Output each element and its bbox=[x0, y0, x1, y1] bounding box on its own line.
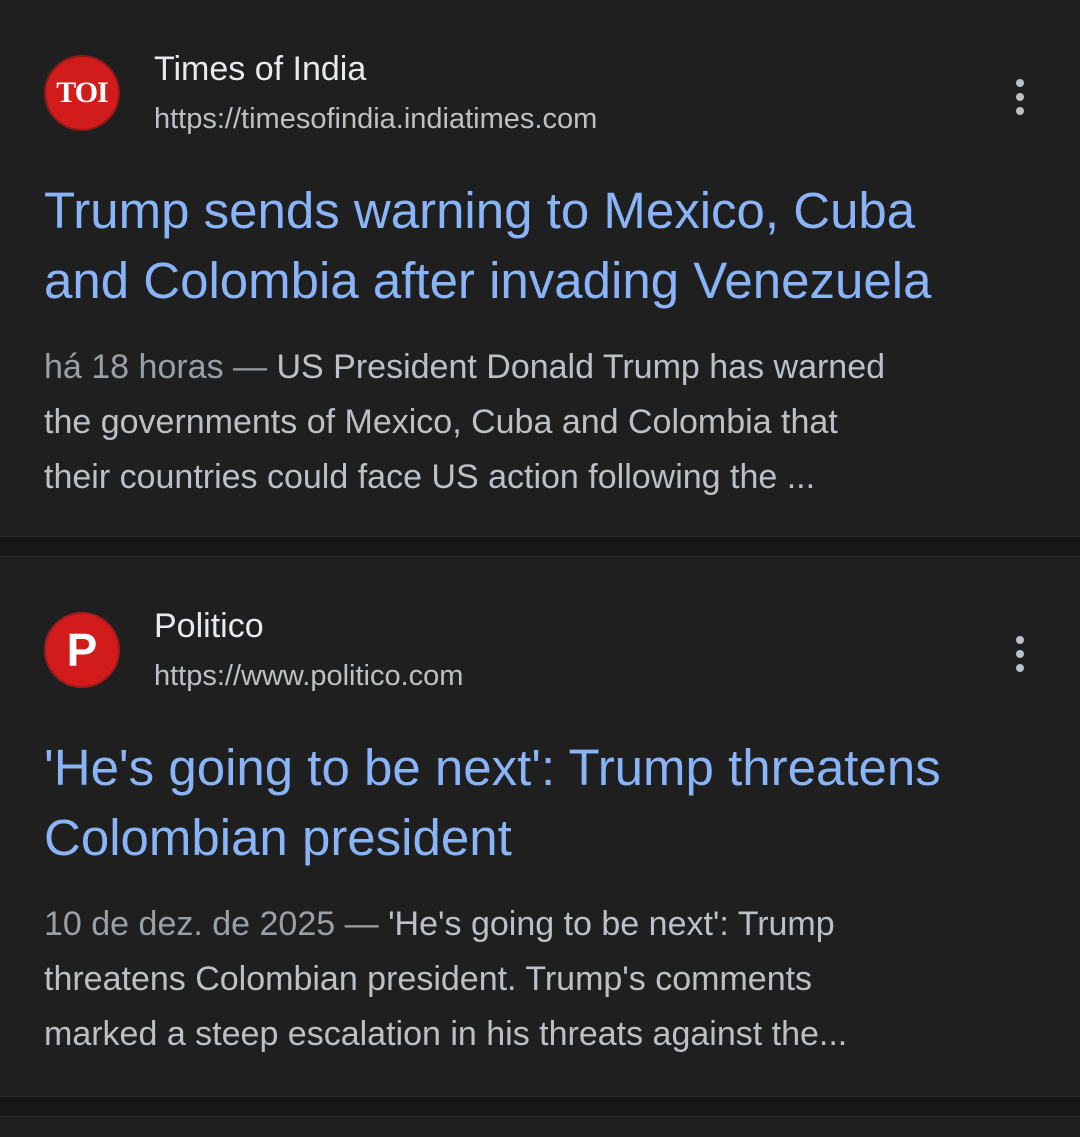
source-url: https://www.politico.com bbox=[154, 660, 464, 692]
result-divider bbox=[0, 536, 1080, 557]
result-date: 10 de dez. de 2025 bbox=[44, 905, 336, 943]
result-title-line: and Colombia after invading Venezuela bbox=[44, 252, 932, 309]
result-divider bbox=[0, 1096, 1080, 1117]
result-source[interactable]: P Politico https://www.politico.com bbox=[44, 607, 1044, 692]
separator: — bbox=[233, 348, 268, 386]
search-result-card: P Politico https://www.politico.com 'He'… bbox=[0, 557, 1080, 1096]
snippet-text: marked a steep escalation in his threats… bbox=[44, 1015, 848, 1053]
source-name: Times of India bbox=[154, 50, 367, 88]
search-results-page: TOI Times of India https://timesofindia.… bbox=[0, 0, 1080, 1137]
result-title-line: 'He's going to be next': Trump threatens bbox=[44, 739, 941, 796]
result-title-link[interactable]: 'He's going to be next': Trump threatens… bbox=[44, 733, 1054, 873]
toi-favicon-icon: TOI bbox=[44, 55, 120, 131]
source-name: Politico bbox=[154, 607, 264, 645]
snippet-text: 'He's going to be next': Trump bbox=[388, 905, 835, 943]
more-vert-icon[interactable] bbox=[1000, 627, 1040, 681]
source-url: https://timesofindia.indiatimes.com bbox=[154, 103, 598, 135]
result-snippet: há 18 horas — US President Donald Trump … bbox=[44, 340, 1034, 505]
snippet-text: their countries could face US action fol… bbox=[44, 458, 816, 496]
snippet-text: US President Donald Trump has warned bbox=[276, 348, 886, 386]
result-title-link[interactable]: Trump sends warning to Mexico, Cuba and … bbox=[44, 176, 1054, 316]
result-title-line: Trump sends warning to Mexico, Cuba bbox=[44, 182, 916, 239]
search-result-card: TOI Times of India https://timesofindia.… bbox=[0, 0, 1080, 536]
result-source[interactable]: TOI Times of India https://timesofindia.… bbox=[44, 50, 1044, 135]
snippet-text: the governments of Mexico, Cuba and Colo… bbox=[44, 403, 838, 441]
snippet-text: threatens Colombian president. Trump's c… bbox=[44, 960, 813, 998]
result-date: há 18 horas bbox=[44, 348, 224, 386]
politico-favicon-icon: P bbox=[44, 612, 120, 688]
more-vert-icon[interactable] bbox=[1000, 70, 1040, 124]
result-snippet: 10 de dez. de 2025 — 'He's going to be n… bbox=[44, 897, 1034, 1062]
separator: — bbox=[344, 905, 379, 943]
result-title-line: Colombian president bbox=[44, 809, 512, 866]
